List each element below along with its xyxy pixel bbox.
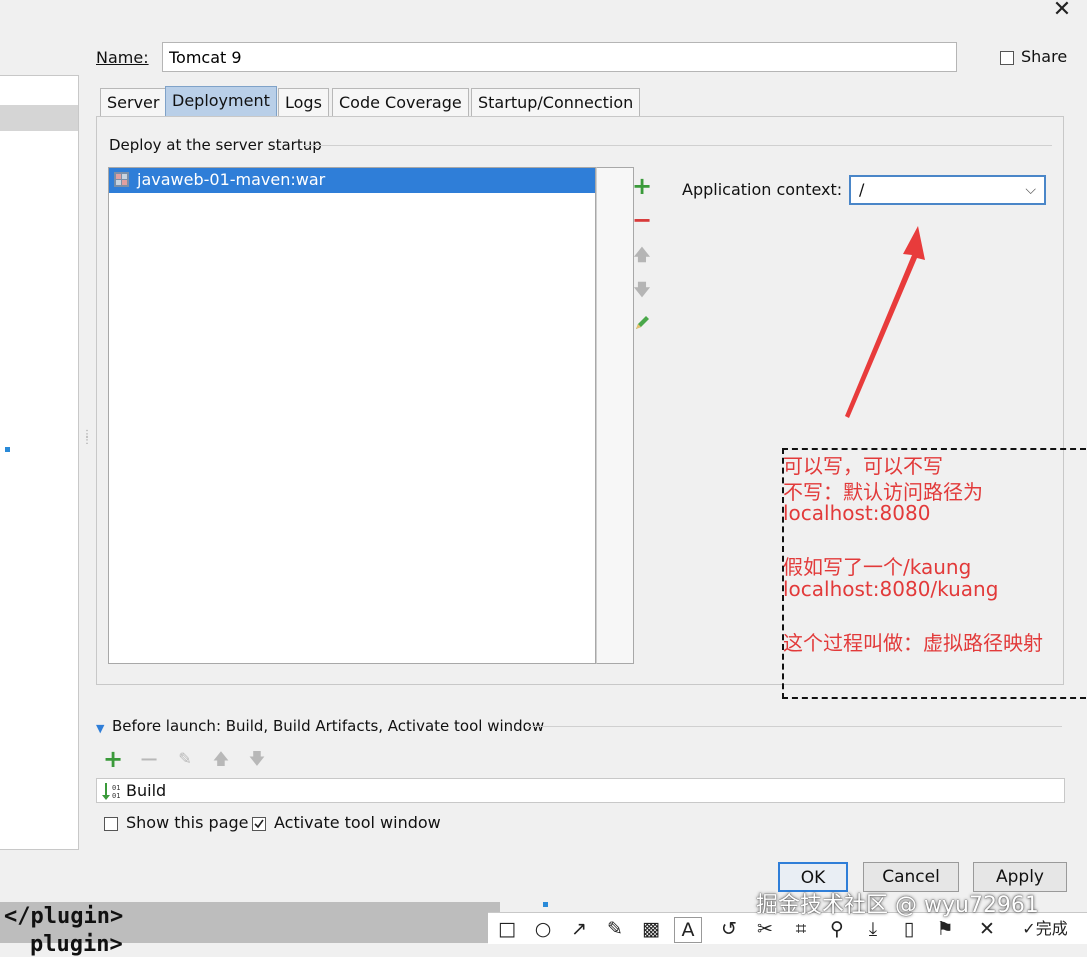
resize-handle[interactable] [5,447,10,452]
scissors-icon[interactable]: ✂ [752,917,778,941]
background-code-line: plugin> [30,932,123,957]
tab-deployment[interactable]: Deployment [165,86,277,117]
artifact-toolbar [596,167,634,664]
download-icon[interactable]: ⤓ [860,917,886,941]
annotation-line: localhost:8080 [783,501,931,525]
move-down-icon[interactable]: 🡇 [246,748,268,770]
done-label: 完成 [1035,919,1068,938]
splitter-grip[interactable]: ⋮ ⋮ [82,430,92,446]
pin-icon[interactable]: ⚲ [824,917,850,941]
add-icon[interactable]: + [102,747,124,771]
share-checkbox[interactable] [1000,51,1014,65]
artifact-list[interactable] [108,167,596,664]
svg-text:01: 01 [112,792,120,800]
annotation-line: localhost:8080/kuang [783,577,999,601]
annotation-arrow-icon [845,226,925,418]
check-icon: ✓ [1022,919,1036,938]
tab-startup-connection[interactable]: Startup/Connection [471,88,641,116]
background-code-line: </plugin> [4,904,124,929]
section-divider [304,145,1052,146]
bookmark-icon[interactable]: ⚑ [932,917,958,941]
build-icon: 01 01 [102,783,120,800]
list-item[interactable]: javaweb-01-maven:war [109,168,595,193]
done-button[interactable]: ✓完成 [1010,917,1080,941]
artifact-label: javaweb-01-maven:war [137,170,326,189]
show-this-page-label[interactable]: Show this page [126,813,249,832]
artifact-icon [114,172,129,187]
section-divider [528,726,1062,727]
move-up-icon[interactable]: 🡅 [631,244,653,266]
config-tree-selected-row[interactable] [0,105,78,131]
edit-icon[interactable] [631,314,653,336]
svg-text:01: 01 [112,784,120,792]
chevron-down-icon[interactable]: ⌵ [1025,177,1036,203]
add-icon[interactable]: + [631,174,653,198]
crop-icon[interactable]: ⌗ [788,917,814,941]
annotation-line: 这个过程叫做：虚拟路径映射 [783,631,1043,655]
activate-tool-window-checkbox[interactable] [252,817,266,831]
annotation-line: 假如写了一个/kaung [783,555,972,579]
close-icon[interactable]: ✕ [1050,0,1074,22]
share-label[interactable]: Share [1021,47,1067,66]
name-label: Name: [96,48,149,67]
pen-icon[interactable]: ✎ [602,917,628,941]
deploy-section-title: Deploy at the server startup [109,136,322,154]
close-icon[interactable]: ✕ [974,917,1000,941]
before-launch-label[interactable]: Before launch: Build, Build Artifacts, A… [112,717,544,735]
list-item[interactable]: 01 01 Build [96,778,1065,803]
circle-icon[interactable]: ○ [530,917,556,941]
check-icon [254,819,264,829]
name-input[interactable] [162,42,957,72]
build-label: Build [126,781,167,800]
mosaic-icon[interactable]: ▩ [638,917,664,941]
annotation-line: 可以写，可以不写 [783,454,943,478]
tab-code-coverage[interactable]: Code Coverage [332,88,469,116]
tab-server[interactable]: Server [100,88,167,116]
config-tree-panel[interactable] [0,75,79,850]
resize-handle[interactable] [543,902,548,907]
show-this-page-checkbox[interactable] [104,817,118,831]
edit-icon[interactable]: ✎ [174,748,196,770]
remove-icon[interactable]: − [631,208,653,232]
remove-icon[interactable]: − [138,747,160,771]
application-context-select[interactable]: / ⌵ [849,175,1046,205]
watermark: 掘金技术社区 @ wyu72961 [756,893,1039,918]
application-context-label: Application context: [682,180,843,199]
tab-logs[interactable]: Logs [278,88,329,116]
arrow-icon[interactable]: ↗ [566,917,592,941]
move-up-icon[interactable]: 🡅 [210,748,232,770]
copy-icon[interactable]: ▯ [896,917,922,941]
application-context-value: / [859,180,865,199]
activate-tool-window-label[interactable]: Activate tool window [274,813,441,832]
collapse-triangle-icon[interactable]: ▼ [96,722,104,735]
text-icon[interactable]: A [674,917,702,943]
move-down-icon[interactable]: 🡇 [631,279,653,301]
undo-icon[interactable]: ↺ [716,917,742,941]
rectangle-icon[interactable]: □ [494,917,520,941]
